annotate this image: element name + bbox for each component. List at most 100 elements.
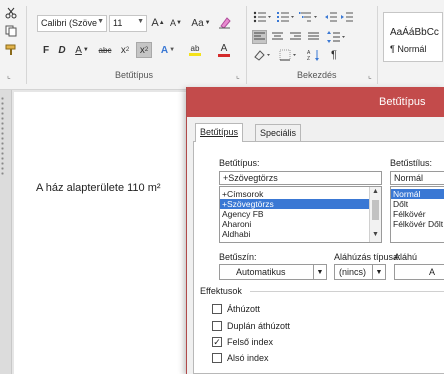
subscript-checkbox-row[interactable]: Alsó index bbox=[212, 352, 269, 364]
shrink-font-button[interactable]: A ▼ bbox=[169, 16, 183, 30]
vertical-ruler bbox=[0, 90, 12, 374]
list-item[interactable]: Félkövér bbox=[391, 209, 444, 219]
grow-font-button[interactable]: A ▲ bbox=[151, 16, 165, 30]
align-left-icon[interactable] bbox=[252, 30, 267, 44]
shading-icon[interactable] bbox=[252, 48, 274, 62]
change-case-button[interactable]: Aa ▼ bbox=[190, 16, 212, 30]
highlight-color-bar bbox=[189, 53, 201, 56]
list-item[interactable]: Aharoni bbox=[220, 219, 381, 229]
font-list-scrollbar[interactable]: ▲ ▼ bbox=[369, 187, 381, 242]
ruler-ticks bbox=[0, 96, 5, 176]
list-item[interactable]: Dőlt bbox=[391, 199, 444, 209]
highlight-button[interactable]: ab bbox=[183, 42, 207, 58]
style-preview-text: AaÁáBbCc bbox=[390, 27, 439, 38]
scroll-thumb[interactable] bbox=[372, 200, 379, 220]
format-painter-icon[interactable] bbox=[4, 43, 18, 57]
font-family-value: +Szövegtörzs bbox=[223, 173, 278, 183]
justify-icon[interactable] bbox=[306, 30, 321, 44]
cut-icon[interactable] bbox=[4, 6, 18, 20]
italic-label: D bbox=[58, 44, 66, 56]
bold-button[interactable]: F bbox=[40, 42, 52, 58]
text-effects-label: A bbox=[160, 44, 169, 56]
pilcrow-label: ¶ bbox=[331, 49, 337, 61]
superscript-checkbox-label[interactable]: Felső index bbox=[227, 337, 273, 347]
style-gallery-normal[interactable]: AaÁáBbCc ¶ Normál bbox=[383, 12, 443, 62]
underline-color-value: A bbox=[429, 267, 436, 277]
scroll-up-icon[interactable]: ▲ bbox=[370, 188, 381, 198]
list-item[interactable]: Agency FB bbox=[220, 209, 381, 219]
paragraph-dialog-launcher-icon[interactable]: ⌞ bbox=[368, 71, 372, 80]
font-style-list[interactable]: Normál Dőlt Félkövér Félkövér Dőlt bbox=[390, 186, 444, 243]
tab-advanced-label: Speciális bbox=[260, 128, 297, 138]
underline-style-dropdown[interactable]: (nincs) ▼ bbox=[334, 264, 386, 280]
group-divider bbox=[377, 6, 378, 84]
font-name-value: Calibri (Szöve bbox=[41, 18, 98, 28]
subscript-checkbox-label[interactable]: Alsó index bbox=[227, 353, 269, 363]
font-family-input[interactable]: +Szövegtörzs bbox=[219, 171, 382, 185]
align-right-icon[interactable] bbox=[288, 30, 303, 44]
align-center-icon[interactable] bbox=[270, 30, 285, 44]
decrease-indent-icon[interactable] bbox=[324, 10, 338, 24]
checkbox-icon[interactable] bbox=[212, 321, 222, 331]
list-item[interactable]: Aldhabi bbox=[220, 229, 381, 239]
font-group-label: Betűtípus bbox=[115, 70, 154, 80]
effects-divider bbox=[250, 291, 444, 292]
font-style-value: Normál bbox=[394, 173, 424, 183]
strikethrough-button[interactable]: abc bbox=[95, 42, 115, 58]
dialog-title[interactable]: Betűtípus bbox=[187, 87, 444, 117]
double-strikethrough-checkbox-row[interactable]: Duplán áthúzott bbox=[212, 320, 290, 332]
superscript-button[interactable]: x2 bbox=[136, 42, 152, 58]
chevron-down-icon: ▼ bbox=[97, 18, 104, 25]
text-effects-button[interactable]: A ▼ bbox=[158, 42, 178, 58]
checkbox-icon[interactable]: ✓ bbox=[212, 337, 222, 347]
increase-indent-icon[interactable] bbox=[340, 10, 354, 24]
borders-icon[interactable] bbox=[278, 48, 300, 62]
scroll-down-icon[interactable]: ▼ bbox=[370, 231, 381, 241]
strikethrough-checkbox-row[interactable]: Áthúzott bbox=[212, 303, 260, 315]
checkbox-icon[interactable] bbox=[212, 304, 222, 314]
list-item[interactable]: Félkövér Dőlt bbox=[391, 219, 444, 229]
sort-icon[interactable]: AZ bbox=[306, 48, 322, 62]
double-strikethrough-checkbox-label[interactable]: Duplán áthúzott bbox=[227, 321, 290, 331]
chevron-down-icon[interactable]: ▼ bbox=[313, 265, 326, 279]
subscript-button[interactable]: x2 bbox=[117, 42, 133, 58]
svg-text:Z: Z bbox=[307, 56, 310, 61]
underline-style-label: Aláhúzás típusa: bbox=[334, 252, 401, 262]
underline-button[interactable]: A ▼ bbox=[72, 42, 92, 58]
checkbox-icon[interactable] bbox=[212, 353, 222, 363]
font-family-label: Betűtípus: bbox=[219, 158, 260, 168]
tab-font[interactable]: Betűtípus bbox=[195, 123, 244, 142]
multilevel-list-icon[interactable] bbox=[298, 10, 320, 24]
list-item[interactable]: +Szövegtörzs bbox=[220, 199, 381, 209]
paragraph-group-label: Bekezdés bbox=[297, 70, 337, 80]
superscript-checkbox-row[interactable]: ✓ Felső index bbox=[212, 336, 273, 348]
numbering-icon[interactable] bbox=[275, 10, 295, 24]
font-size-value: 11 bbox=[113, 18, 123, 28]
list-item[interactable]: Normál bbox=[391, 189, 444, 199]
line-spacing-icon[interactable] bbox=[326, 30, 346, 44]
strikethrough-checkbox-label[interactable]: Áthúzott bbox=[227, 304, 260, 314]
copy-icon[interactable] bbox=[4, 24, 18, 38]
clipboard-dialog-launcher-icon[interactable]: ⌞ bbox=[7, 71, 11, 80]
document-paragraph[interactable]: A ház alapterülete 110 m² bbox=[36, 182, 161, 194]
tab-advanced[interactable]: Speciális bbox=[255, 124, 302, 142]
ribbon: ⌞ Calibri (Szöve ▼ 11 ▼ A ▲ A ▼ Aa ▼ F D A ▼… bbox=[0, 0, 444, 90]
bullets-icon[interactable] bbox=[252, 10, 272, 24]
group-divider bbox=[246, 6, 247, 84]
grow-font-label: A bbox=[151, 17, 159, 29]
italic-button[interactable]: D bbox=[56, 42, 68, 58]
font-color-dropdown[interactable]: Automatikus ▼ bbox=[219, 264, 327, 280]
list-item[interactable]: +Címsorok bbox=[220, 189, 381, 199]
font-size-combobox[interactable]: 11 ▼ bbox=[109, 15, 147, 32]
underline-color-dropdown[interactable]: A bbox=[394, 264, 444, 280]
font-family-list[interactable]: +Címsorok +Szövegtörzs Agency FB Aharoni… bbox=[219, 186, 382, 243]
clear-formatting-icon[interactable] bbox=[217, 15, 231, 30]
change-case-label: Aa bbox=[191, 17, 204, 29]
chevron-down-icon[interactable]: ▼ bbox=[372, 265, 385, 279]
show-marks-icon[interactable]: ¶ bbox=[327, 48, 341, 62]
font-dialog-launcher-icon[interactable]: ⌞ bbox=[236, 71, 240, 80]
font-name-combobox[interactable]: Calibri (Szöve ▼ bbox=[37, 15, 107, 32]
font-color-button[interactable]: A bbox=[212, 42, 236, 58]
highlight-label: ab bbox=[190, 44, 200, 53]
font-style-input[interactable]: Normál bbox=[390, 171, 444, 185]
